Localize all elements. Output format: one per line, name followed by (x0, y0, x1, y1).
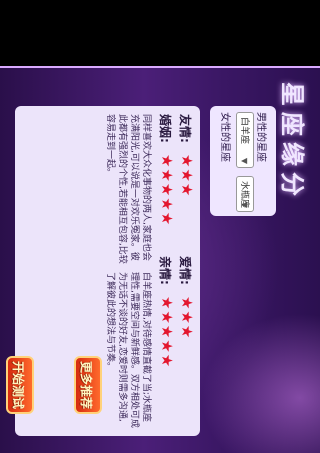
male-zodiac-value: 白羊座 (239, 117, 249, 145)
male-zodiac-select[interactable]: 白羊座 ▼ (236, 112, 254, 168)
chevron-down-icon: ▼ (240, 201, 249, 208)
male-zodiac-label: 男性的星座 (255, 112, 266, 162)
chevron-down-icon: ▼ (240, 157, 249, 164)
more-recommend-button[interactable]: 更多推荐 (74, 356, 102, 414)
start-test-button[interactable]: 开始测试 (6, 356, 34, 414)
rotated-content: 星座缘分 男性的星座 白羊座 ▼ 女性的星座 水瓶座 ▼ 友情: ★★★ 婚姻:… (0, 66, 320, 453)
marriage-stars: ★★★★★ (158, 154, 176, 227)
affection-label: 亲情: (158, 256, 172, 285)
love-description: 白羊座热情,对待感情直截了当;水瓶座理性,需要空间与新鲜感。双方相处可成为无话不… (105, 272, 151, 428)
app-screen: 星座缘分 男性的星座 白羊座 ▼ 女性的星座 水瓶座 ▼ 友情: ★★★ 婚姻:… (0, 0, 320, 453)
friendship-stars: ★★★ (178, 154, 196, 198)
affection-stars: ★★★★★ (158, 296, 176, 369)
status-bar (0, 0, 320, 66)
female-zodiac-label: 女性的星座 (219, 112, 230, 162)
page-title: 星座缘分 (278, 82, 307, 202)
zodiac-form: 男性的星座 白羊座 ▼ 女性的星座 水瓶座 ▼ (210, 106, 276, 216)
love-label: 爱情: (178, 256, 192, 285)
marriage-label: 婚姻: (158, 114, 172, 143)
female-zodiac-select[interactable]: 水瓶座 ▼ (236, 176, 254, 212)
friendship-description: 同样喜欢大众化事物的两人,家庭也会充满阳光,可以说是一对欢乐冤家。彼此都有强烈的… (105, 114, 151, 264)
love-stars: ★★★ (178, 296, 196, 340)
result-panel: 友情: ★★★ 婚姻: ★★★★★ 爱情: ★★★ 亲情: ★★★★★ 同样喜欢… (15, 106, 200, 436)
friendship-label: 友情: (178, 114, 192, 143)
